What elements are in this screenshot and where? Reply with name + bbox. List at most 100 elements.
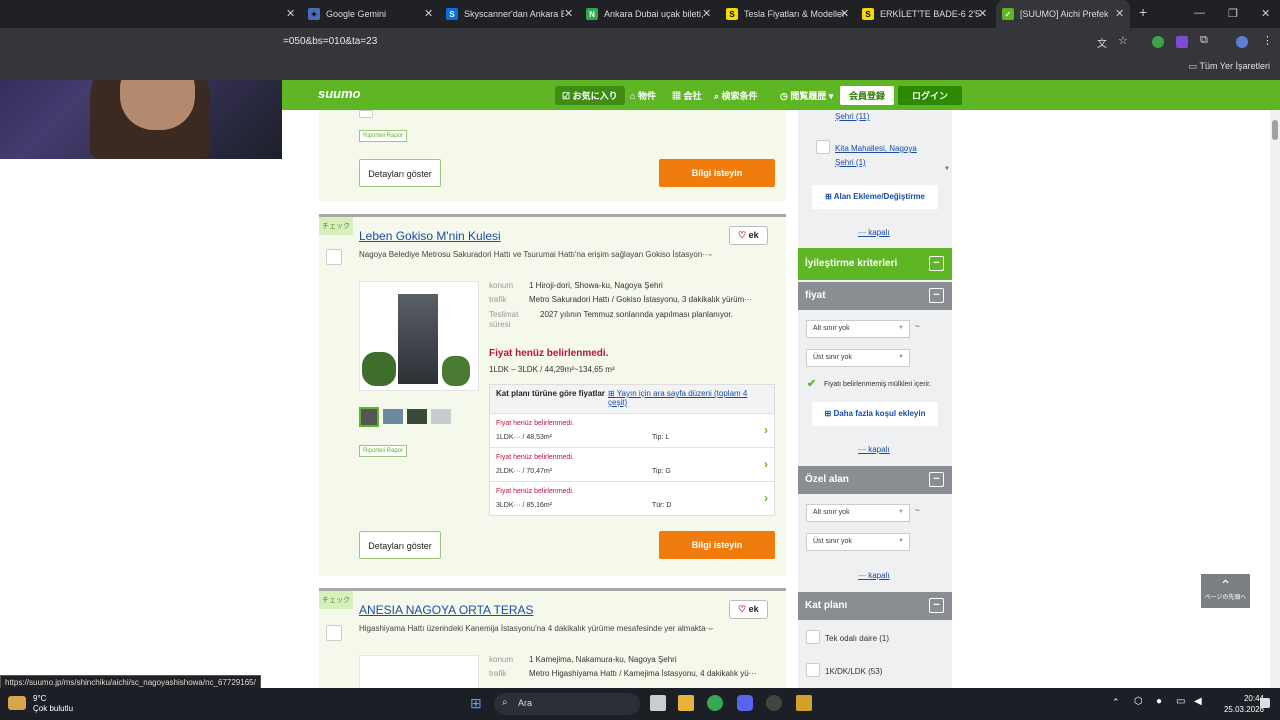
listing-checkbox[interactable] — [326, 249, 342, 265]
wifi-icon[interactable]: ▭ — [1176, 696, 1185, 707]
all-bookmarks[interactable]: ▭ Tüm Yer İşaretleri — [1189, 61, 1270, 72]
price-header[interactable]: fiyat − — [798, 282, 952, 310]
back-to-top-button[interactable]: ⌃ ページの先頭へ — [1201, 574, 1250, 608]
translate-icon[interactable]: 文 — [1097, 35, 1107, 50]
thumbnail[interactable] — [383, 409, 403, 424]
add-condition-button[interactable]: ⊞ Daha fazla koşul ekleyin — [812, 402, 938, 426]
refine-header[interactable]: İyileştirme kriterleri − — [798, 248, 952, 280]
new-tab-icon[interactable]: + — [1139, 4, 1147, 20]
nav-property[interactable]: ⌂ 物件 — [630, 89, 656, 102]
tab-skyscanner[interactable]: S Skyscanner'dan Ankara E — [446, 0, 576, 28]
floor-plan-header[interactable]: Kat planı − — [798, 592, 952, 620]
area-change-button[interactable]: ⊞ Alan Ekleme/Değiştirme — [812, 185, 938, 209]
collapse-icon[interactable]: − — [929, 472, 944, 487]
favorites-button[interactable]: ☑ お気に入り — [555, 86, 625, 105]
favorite-add-button[interactable]: ♡ ek — [729, 600, 768, 619]
close-icon[interactable]: ✕ — [978, 7, 987, 20]
show-details-button[interactable]: Detayları göster — [359, 159, 441, 187]
extension-icon[interactable] — [1152, 36, 1164, 48]
thumbnail[interactable] — [407, 409, 427, 424]
extension-icon[interactable] — [1176, 36, 1188, 48]
special-area-header[interactable]: Özel alan − — [798, 466, 952, 494]
profile-icon[interactable] — [1236, 36, 1248, 48]
minimize-icon[interactable]: — — [1194, 7, 1205, 19]
chrome-icon[interactable] — [707, 695, 723, 711]
scrollbar[interactable] — [1270, 110, 1280, 688]
close-icon[interactable]: ✕ — [702, 7, 711, 20]
report-badge[interactable]: Riporteli Rapor — [359, 130, 408, 142]
nav-search-conditions[interactable]: ⌕ 検索条件 — [714, 89, 758, 102]
collapse-icon[interactable]: − — [929, 256, 944, 271]
checkmark-icon[interactable]: ✔ — [807, 377, 816, 390]
request-info-button[interactable]: Bilgi isteyin — [659, 531, 775, 559]
chevron-down-icon[interactable]: ⌄ — [707, 623, 714, 632]
weather-icon[interactable] — [8, 696, 26, 710]
listing-checkbox[interactable] — [326, 625, 342, 641]
building-photo[interactable] — [359, 281, 479, 391]
floor-plan-option[interactable]: Tek odalı daire (1) — [825, 634, 889, 643]
file-explorer-icon[interactable] — [678, 695, 694, 711]
tab-suumo[interactable]: ✓ [SUUMO] Aichi Prefektör — [996, 0, 1130, 28]
favorite-add-button[interactable]: ♡ ek — [729, 226, 768, 245]
microphone-icon[interactable]: ● — [1156, 696, 1162, 707]
scrollbar-thumb[interactable] — [1272, 120, 1278, 140]
collapse-icon[interactable]: − — [929, 598, 944, 613]
puzzle-icon[interactable]: ⧉ — [1200, 34, 1208, 47]
thumbnail[interactable] — [431, 409, 451, 424]
notification-icon[interactable] — [1260, 698, 1270, 708]
task-view-icon[interactable] — [650, 695, 666, 711]
area-max-select[interactable]: Üst sınır yok ▼ — [806, 533, 910, 551]
report-badge[interactable]: Riporteli Rapor — [359, 445, 408, 457]
floor-plan-row[interactable]: Fiyat henüz belirlenmedi. 3LDK··· / 85,1… — [490, 481, 774, 515]
menu-icon[interactable]: ⋮ — [1262, 34, 1273, 47]
floor-plan-link[interactable]: ⊞ Yayın için ara sayfa düzeni (toplam 4 … — [608, 389, 768, 407]
close-section-link[interactable]: — kapalı — [858, 228, 890, 237]
thumbnail[interactable] — [359, 407, 379, 427]
close-icon[interactable]: ✕ — [1115, 7, 1124, 20]
floor-plan-row[interactable]: Fiyat henüz belirlenmedi. 1LDK··· / 48,5… — [490, 413, 774, 447]
close-section-link[interactable]: — kapalı — [858, 445, 890, 454]
listing-title-link[interactable]: ANESIA NAGOYA ORTA TERAS — [359, 603, 534, 617]
close-icon[interactable]: ✕ — [286, 7, 295, 20]
floor-plan-option[interactable]: 1K/DK/LDK (53) — [825, 667, 882, 676]
windows-start-icon[interactable]: ⊞ — [470, 696, 482, 710]
nav-company[interactable]: ▦ 会社 — [672, 89, 702, 102]
bookmark-star-icon[interactable]: ☆ — [1118, 34, 1128, 47]
close-icon[interactable]: ✕ — [840, 7, 849, 20]
collapse-icon[interactable]: − — [929, 288, 944, 303]
volume-icon[interactable]: ◀ — [1194, 696, 1202, 707]
listing-title-link[interactable]: Leben Gokiso M'nin Kulesi — [359, 229, 501, 243]
restore-icon[interactable]: ❐ — [1228, 7, 1238, 20]
scroll-down-icon[interactable]: ▼ — [944, 166, 950, 172]
close-icon[interactable]: ✕ — [424, 7, 433, 20]
area-min-select[interactable]: Alt sınır yok ▼ — [806, 504, 910, 522]
discord-icon[interactable] — [737, 695, 753, 711]
show-details-button[interactable]: Detayları göster — [359, 531, 441, 559]
price-min-select[interactable]: Alt sınır yok ▼ — [806, 320, 910, 338]
building-photo[interactable] — [359, 655, 479, 688]
weather-widget[interactable]: 9°C Çok bulutlu — [33, 694, 73, 714]
area-checkbox[interactable] — [816, 140, 830, 154]
nav-history[interactable]: ◷ 閲覧履歴 ▾ — [780, 89, 833, 102]
taskbar-search[interactable]: ⌕ Ara — [494, 693, 640, 715]
tab-tesla[interactable]: S Tesla Fiyatları & Modeller — [726, 0, 856, 28]
close-section-link[interactable]: — kapalı — [858, 571, 890, 580]
app-icon[interactable] — [796, 695, 812, 711]
url-text[interactable]: =050&bs=010&ta=23 — [283, 36, 377, 47]
price-max-select[interactable]: Üst sınır yok ▼ — [806, 349, 910, 367]
area-link[interactable]: Şehri (11) — [835, 112, 870, 121]
chevron-down-icon[interactable]: ⌄ — [707, 249, 714, 258]
network-icon[interactable]: ⬡ — [1134, 696, 1143, 707]
request-info-button[interactable]: Bilgi isteyin — [659, 159, 775, 187]
floor-plan-checkbox[interactable] — [806, 663, 820, 677]
tab-gemini[interactable]: ✦ Google Gemini — [308, 0, 438, 28]
close-icon[interactable]: ✕ — [564, 7, 573, 20]
login-button[interactable]: ログイン — [898, 86, 963, 105]
address-bar[interactable]: =050&bs=010&ta=23 文 ☆ ⧉ ⋮ — [0, 28, 1280, 56]
window-close-icon[interactable]: ✕ — [1261, 7, 1270, 20]
tray-chevron-icon[interactable]: ⌃ — [1112, 697, 1120, 708]
obs-icon[interactable] — [766, 695, 782, 711]
floor-plan-row[interactable]: Fiyat henüz belirlenmedi. 2LDK··· / 70,4… — [490, 447, 774, 481]
tab-ankara-dubai[interactable]: N Ankara Dubai uçak bileti, — [586, 0, 716, 28]
system-clock[interactable]: 20:44 25.03.2026 — [1224, 693, 1264, 715]
